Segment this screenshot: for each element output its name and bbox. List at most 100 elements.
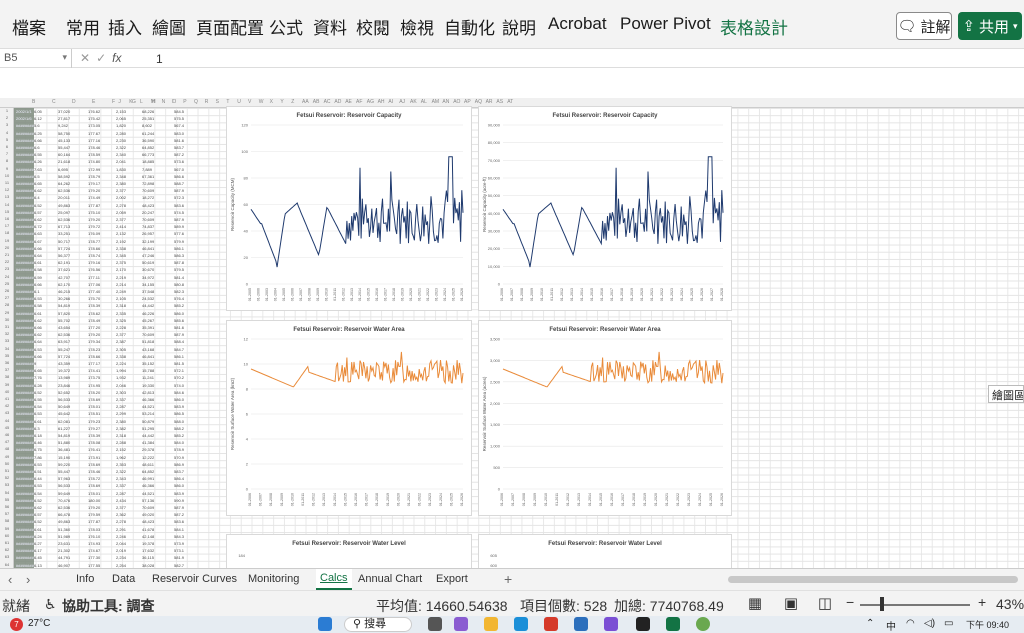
table-cell[interactable]: 2,170 bbox=[116, 267, 126, 272]
clock[interactable]: 下午 09:40 bbox=[966, 618, 1009, 631]
row-number[interactable]: 51 bbox=[0, 468, 14, 473]
table-cell[interactable]: 67,361 bbox=[142, 174, 154, 179]
page-break-view-button[interactable]: ◫ bbox=[814, 594, 836, 614]
table-cell[interactable]: 64,262 bbox=[58, 181, 70, 186]
table-cell[interactable]: 2,322 bbox=[116, 145, 126, 150]
table-cell[interactable]: 178.20 bbox=[88, 390, 100, 395]
table-cell[interactable]: 35,152 bbox=[142, 361, 154, 366]
column-letter[interactable]: AB bbox=[313, 99, 320, 105]
table-cell[interactable]: ######## bbox=[16, 411, 34, 416]
row-number[interactable]: 41 bbox=[0, 396, 14, 401]
table-cell[interactable]: 179.20 bbox=[88, 217, 100, 222]
table-cell[interactable]: 1,932 bbox=[116, 375, 126, 380]
table-cell[interactable]: 1,962 bbox=[116, 455, 126, 460]
table-cell[interactable]: 174.67 bbox=[88, 548, 100, 553]
column-letter[interactable]: T bbox=[226, 99, 229, 105]
table-cell[interactable]: 6.53 bbox=[34, 296, 42, 301]
ribbon-tab-4[interactable]: 頁面配置 bbox=[196, 14, 264, 39]
table-cell[interactable]: 2,377 bbox=[116, 188, 126, 193]
table-cell[interactable]: ######## bbox=[16, 419, 34, 424]
table-cell[interactable]: 6.53 bbox=[34, 347, 42, 352]
table-cell[interactable]: ######## bbox=[16, 267, 34, 272]
table-cell[interactable]: 51,295 bbox=[142, 426, 154, 431]
table-cell[interactable]: 6.61 bbox=[34, 260, 42, 265]
series-line[interactable] bbox=[502, 351, 724, 388]
table-cell[interactable]: 57,724 bbox=[58, 354, 70, 359]
table-cell[interactable]: 180.00 bbox=[88, 498, 100, 503]
column-letter[interactable]: AJ bbox=[399, 99, 405, 105]
table-row[interactable]: 2002/1/6 6.12 27,817 175.42 2,065 25,351 575.5 bbox=[16, 115, 220, 122]
table-row[interactable]: ######## 6.66 62,170 177.06 2,214 34,155 580.8 bbox=[16, 281, 220, 288]
ribbon-tab-11[interactable]: Acrobat bbox=[548, 14, 607, 34]
table-cell[interactable]: 588.7 bbox=[174, 181, 184, 186]
table-cell[interactable]: 2,343 bbox=[116, 476, 126, 481]
table-cell[interactable]: ######## bbox=[16, 325, 34, 330]
battery-icon[interactable]: ▭ bbox=[944, 618, 953, 629]
table-cell[interactable]: 35,391 bbox=[142, 325, 154, 330]
table-row[interactable]: ######## 6.6 55,447 178.46 2,322 64,852 583.7 bbox=[16, 144, 220, 151]
table-cell[interactable]: ######## bbox=[16, 563, 34, 568]
table-row[interactable]: ######## 7.76 13,989 173.75 1,932 11,241 570.2 bbox=[16, 374, 220, 381]
table-cell[interactable]: 177.11 bbox=[88, 275, 100, 280]
table-cell[interactable]: 179.27 bbox=[88, 426, 100, 431]
zoom-level[interactable]: 43% bbox=[996, 596, 1024, 612]
row-number[interactable]: 47 bbox=[0, 439, 14, 444]
row-number[interactable]: 30 bbox=[0, 317, 14, 322]
table-cell[interactable]: 57,820 bbox=[58, 311, 70, 316]
table-cell[interactable]: ######## bbox=[16, 505, 34, 510]
row-number[interactable]: 63 bbox=[0, 554, 14, 559]
table-cell[interactable]: 587.9 bbox=[174, 188, 184, 193]
table-cell[interactable]: ######## bbox=[16, 375, 34, 380]
page-layout-view-button[interactable]: ▣ bbox=[780, 594, 802, 614]
table-cell[interactable]: 6.64 bbox=[34, 339, 42, 344]
column-letter[interactable]: C bbox=[52, 99, 56, 105]
table-cell[interactable]: ######## bbox=[16, 131, 34, 136]
table-row[interactable]: ######## 6.61 62,191 179.16 2,375 50,619 587.8 bbox=[16, 259, 220, 266]
table-cell[interactable]: 174.41 bbox=[88, 368, 100, 373]
table-cell[interactable]: 175.42 bbox=[88, 116, 100, 121]
row-number[interactable]: 9 bbox=[0, 166, 14, 171]
ribbon-tab-3[interactable]: 繪圖 bbox=[152, 14, 186, 39]
table-cell[interactable]: 6.55 bbox=[34, 152, 42, 157]
table-cell[interactable]: 25,351 bbox=[142, 116, 154, 121]
table-cell[interactable]: 46,841 bbox=[142, 354, 154, 359]
table-cell[interactable]: 178.51 bbox=[88, 411, 100, 416]
notification-badge[interactable]: 7 bbox=[10, 618, 23, 631]
row-number[interactable]: 57 bbox=[0, 511, 14, 516]
table-row[interactable]: ######## 6.62 62,536 179.20 2,377 70,609 587.9 bbox=[16, 331, 220, 338]
sheet-tab-export[interactable]: Export bbox=[436, 573, 468, 585]
table-row[interactable]: ######## 6.28 23,846 174.95 2,046 19,330 574.0 bbox=[16, 382, 220, 389]
chrome-icon[interactable] bbox=[696, 617, 710, 631]
windows-start-icon[interactable] bbox=[318, 617, 332, 631]
row-number[interactable]: 28 bbox=[0, 302, 14, 307]
ribbon-tab-5[interactable]: 公式 bbox=[269, 14, 303, 39]
table-cell[interactable]: 6.65 bbox=[34, 181, 42, 186]
ime-icon[interactable]: 中 bbox=[886, 618, 896, 633]
row-number[interactable]: 16 bbox=[0, 216, 14, 221]
table-cell[interactable]: 176.41 bbox=[88, 447, 100, 452]
table-cell[interactable]: 6.61 bbox=[34, 419, 42, 424]
table-cell[interactable]: 586.6 bbox=[174, 174, 184, 179]
table-cell[interactable]: ######## bbox=[16, 239, 34, 244]
table-cell[interactable]: 585.2 bbox=[174, 433, 184, 438]
table-cell[interactable]: 7.86 bbox=[34, 455, 42, 460]
table-cell[interactable]: 55,247 bbox=[58, 347, 70, 352]
table-row[interactable]: ######## 6.66 57,724 178.66 2,338 46,841 586.1 bbox=[16, 353, 220, 360]
column-letter[interactable]: R bbox=[205, 99, 209, 105]
table-cell[interactable]: 2,246 bbox=[116, 534, 126, 539]
table-cell[interactable]: 584.3 bbox=[174, 534, 184, 539]
accessibility-status[interactable]: 協助工具: 調查 bbox=[62, 596, 155, 616]
table-cell[interactable]: 20,011 bbox=[58, 195, 70, 200]
table-row[interactable]: ######## 6.53 59,220 178.69 2,353 48,611 586.9 bbox=[16, 461, 220, 468]
table-cell[interactable]: 48,423 bbox=[142, 203, 154, 208]
column-letter[interactable]: Z bbox=[291, 99, 294, 105]
table-cell[interactable]: 6.66 bbox=[34, 246, 42, 251]
table-cell[interactable]: 44,791 bbox=[58, 555, 70, 560]
table-cell[interactable]: 6.52 bbox=[34, 203, 42, 208]
table-row[interactable]: ######## 6.4 20,011 174.49 2,002 18,272 572.3 bbox=[16, 194, 220, 201]
table-cell[interactable]: 2,278 bbox=[116, 519, 126, 524]
table-row[interactable]: ######## 7.86 15,190 173.91 1,962 12,222 570.9 bbox=[16, 454, 220, 461]
table-cell[interactable]: 48,611 bbox=[142, 462, 154, 467]
table-cell[interactable]: 19,330 bbox=[142, 383, 154, 388]
ribbon-tab-6[interactable]: 資料 bbox=[313, 14, 347, 39]
